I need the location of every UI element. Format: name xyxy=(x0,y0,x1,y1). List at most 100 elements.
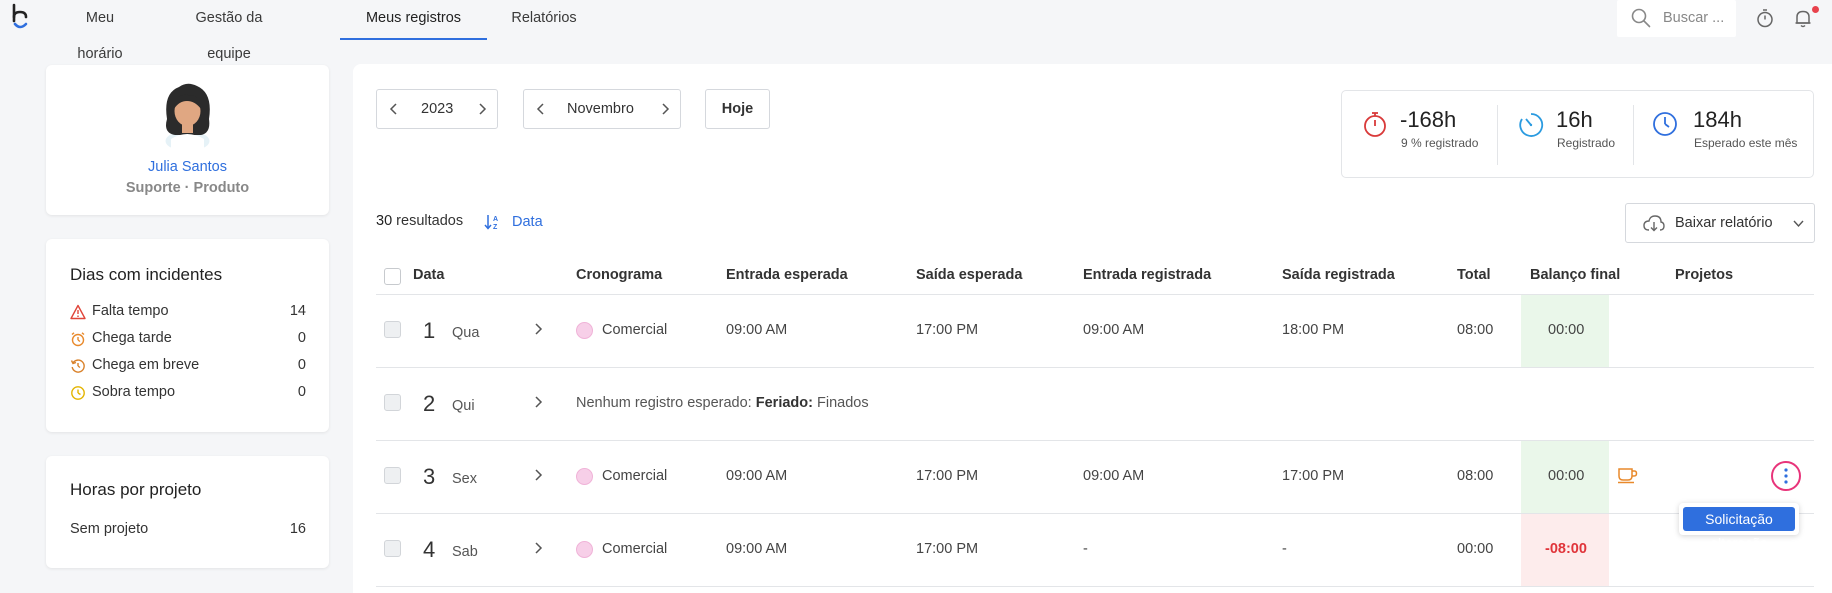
row-checkbox[interactable] xyxy=(384,394,401,411)
col-header-saida-esperada: Saída esperada xyxy=(916,267,1023,283)
schedule-color-dot xyxy=(576,468,593,485)
results-number: 30 xyxy=(376,213,393,229)
chevron-left-icon[interactable] xyxy=(534,102,548,116)
project-label: Sem projeto xyxy=(70,521,149,537)
chevron-right-icon[interactable] xyxy=(531,322,545,336)
day-weekday: Qui xyxy=(452,398,475,414)
day-weekday: Sab xyxy=(452,544,478,560)
stats-panel: -168h 9 % registrado 16h Registrado 184h… xyxy=(1341,90,1814,178)
incident-row-chega-em-breve[interactable]: Chega em breve 0 xyxy=(70,356,306,376)
tab-gestao-equipe[interactable]: Gestão da equipe xyxy=(172,0,286,62)
change-request-tooltip[interactable]: Solicitação alteração xyxy=(1679,503,1799,551)
holiday-note-prefix: Nenhum registro esperado: xyxy=(576,395,752,411)
schedule-name: Comercial xyxy=(602,322,668,338)
registered-in: 09:00 AM xyxy=(1083,468,1145,484)
col-header-balanco-final: Balanço final xyxy=(1530,267,1621,283)
profile-card: Julia Santos Suporte · Produto xyxy=(46,65,329,215)
expected-out: 17:00 PM xyxy=(916,468,979,484)
incident-label: Falta tempo xyxy=(92,303,169,319)
warning-icon xyxy=(70,304,86,320)
stat-balance-label: 9 % registrado xyxy=(1401,136,1479,150)
month-picker: Novembro xyxy=(523,89,681,129)
col-header-data[interactable]: Data xyxy=(413,267,444,283)
sort-label: Data xyxy=(512,214,543,230)
row-divider xyxy=(376,586,1814,587)
schedule-name: Comercial xyxy=(602,541,668,557)
incident-count: 0 xyxy=(297,357,306,373)
change-request-label[interactable]: Solicitação alteração xyxy=(1683,507,1795,551)
year-picker: 2023 xyxy=(376,89,498,129)
search-input[interactable]: Buscar ... xyxy=(1617,0,1736,37)
incident-label: Chega em breve xyxy=(92,357,200,373)
tab-meus-registros[interactable]: Meus registros xyxy=(340,0,487,40)
clock-icon xyxy=(1653,112,1677,136)
incident-count: 0 xyxy=(297,384,306,400)
incident-count: 0 xyxy=(297,330,306,346)
chevron-left-icon[interactable] xyxy=(387,102,401,116)
registered-out: 18:00 PM xyxy=(1282,322,1345,338)
history-icon xyxy=(70,359,85,373)
expected-out: 17:00 PM xyxy=(916,322,979,338)
avatar[interactable] xyxy=(157,79,218,149)
incidents-card: Dias com incidentes Falta tempo 14 Chega… xyxy=(46,239,329,432)
chevron-right-icon[interactable] xyxy=(658,102,672,116)
svg-text:A: A xyxy=(493,216,498,223)
kebab-menu-icon xyxy=(1784,468,1788,484)
download-report-button[interactable]: Baixar relatório xyxy=(1625,203,1815,243)
day-number: 3 xyxy=(423,464,436,489)
chevron-right-icon[interactable] xyxy=(531,541,545,555)
row-checkbox[interactable] xyxy=(384,540,401,557)
select-all-checkbox[interactable] xyxy=(384,268,401,285)
tab-relatorios[interactable]: Relatórios xyxy=(511,0,577,40)
incident-label: Chega tarde xyxy=(92,330,172,346)
registered-in: 09:00 AM xyxy=(1083,322,1145,338)
clock-icon xyxy=(71,386,85,400)
row-more-options-button[interactable] xyxy=(1771,461,1801,491)
project-row[interactable]: Sem projeto 16 xyxy=(70,520,306,540)
incident-row-chega-tarde[interactable]: Chega tarde 0 xyxy=(70,329,306,349)
bell-icon[interactable] xyxy=(1792,7,1814,29)
incident-row-falta-tempo[interactable]: Falta tempo 14 xyxy=(70,302,306,322)
registered-in: - xyxy=(1083,541,1088,557)
stat-balance-value: -168h xyxy=(1400,107,1457,132)
stat-expected-value: 184h xyxy=(1693,107,1742,132)
chevron-right-icon[interactable] xyxy=(531,468,545,482)
incidents-title: Dias com incidentes xyxy=(70,265,223,284)
stopwatch-icon xyxy=(1364,112,1386,137)
notification-dot xyxy=(1812,6,1819,13)
row-checkbox[interactable] xyxy=(384,321,401,338)
row-checkbox[interactable] xyxy=(384,467,401,484)
cloud-download-icon xyxy=(1643,215,1665,232)
col-header-projetos: Projetos xyxy=(1675,267,1734,283)
results-label: resultados xyxy=(396,213,464,229)
total-hours: 00:00 xyxy=(1457,541,1494,557)
col-header-entrada-esperada: Entrada esperada xyxy=(726,267,848,283)
coffee-break-icon[interactable] xyxy=(1617,466,1639,484)
expected-in: 09:00 AM xyxy=(726,468,788,484)
expected-out: 17:00 PM xyxy=(916,541,979,557)
alarm-icon xyxy=(71,332,85,347)
tab-meu-horario[interactable]: Meu horário xyxy=(62,0,138,62)
schedule-color-dot xyxy=(576,541,593,558)
final-balance: 00:00 xyxy=(1548,322,1585,338)
profile-name[interactable]: Julia Santos xyxy=(46,159,329,175)
top-bar: Meu horário Gestão da equipe Meus regist… xyxy=(0,0,1832,62)
col-header-entrada-registrada: Entrada registrada xyxy=(1083,267,1212,283)
chevron-right-icon[interactable] xyxy=(531,395,545,409)
incident-row-sobra-tempo[interactable]: Sobra tempo 0 xyxy=(70,383,306,403)
stat-registered-label: Registrado xyxy=(1557,136,1616,150)
col-header-cronograma: Cronograma xyxy=(576,267,663,283)
stat-expected-label: Esperado este mês xyxy=(1694,136,1798,150)
holiday-note: Nenhum registro esperado: Feriado: Finad… xyxy=(576,395,869,411)
day-number: 1 xyxy=(423,318,436,343)
profile-subtitle: Suporte · Produto xyxy=(125,180,250,196)
project-value: 16 xyxy=(289,521,306,537)
today-button[interactable]: Hoje xyxy=(705,89,770,129)
app-logo[interactable] xyxy=(10,3,32,31)
total-hours: 08:00 xyxy=(1457,468,1494,484)
stopwatch-icon[interactable] xyxy=(1754,7,1776,29)
chevron-right-icon[interactable] xyxy=(475,102,489,116)
col-header-total: Total xyxy=(1457,267,1491,283)
expected-in: 09:00 AM xyxy=(726,541,788,557)
projects-title: Horas por projeto xyxy=(70,480,202,499)
